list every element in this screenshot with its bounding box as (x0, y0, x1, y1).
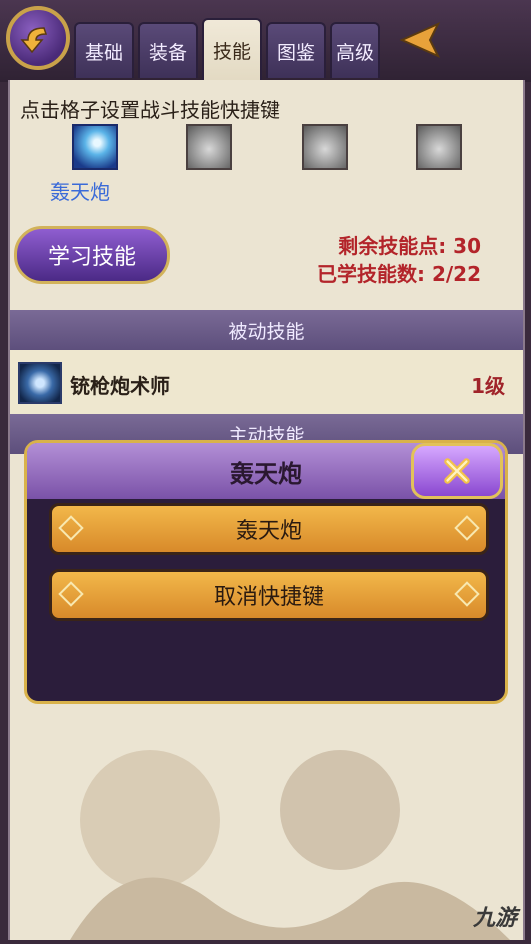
assign-skill-button[interactable]: 轰天炮 (49, 503, 489, 555)
cancel-shortcut-label: 取消快捷键 (213, 585, 324, 610)
ornament-icon (58, 581, 84, 607)
close-icon (444, 458, 470, 484)
modal-overlay: 轰天炮 轰天炮 取消快捷键 (0, 0, 531, 944)
skill-shortcut-dialog: 轰天炮 轰天炮 取消快捷键 (24, 440, 508, 704)
watermark-logo: 九游 (472, 906, 517, 931)
close-button[interactable] (411, 443, 503, 499)
ornament-icon (58, 515, 84, 541)
cancel-shortcut-button[interactable]: 取消快捷键 (49, 569, 489, 621)
assign-skill-label: 轰天炮 (235, 519, 302, 544)
ornament-icon (454, 581, 480, 607)
ornament-icon (454, 515, 480, 541)
